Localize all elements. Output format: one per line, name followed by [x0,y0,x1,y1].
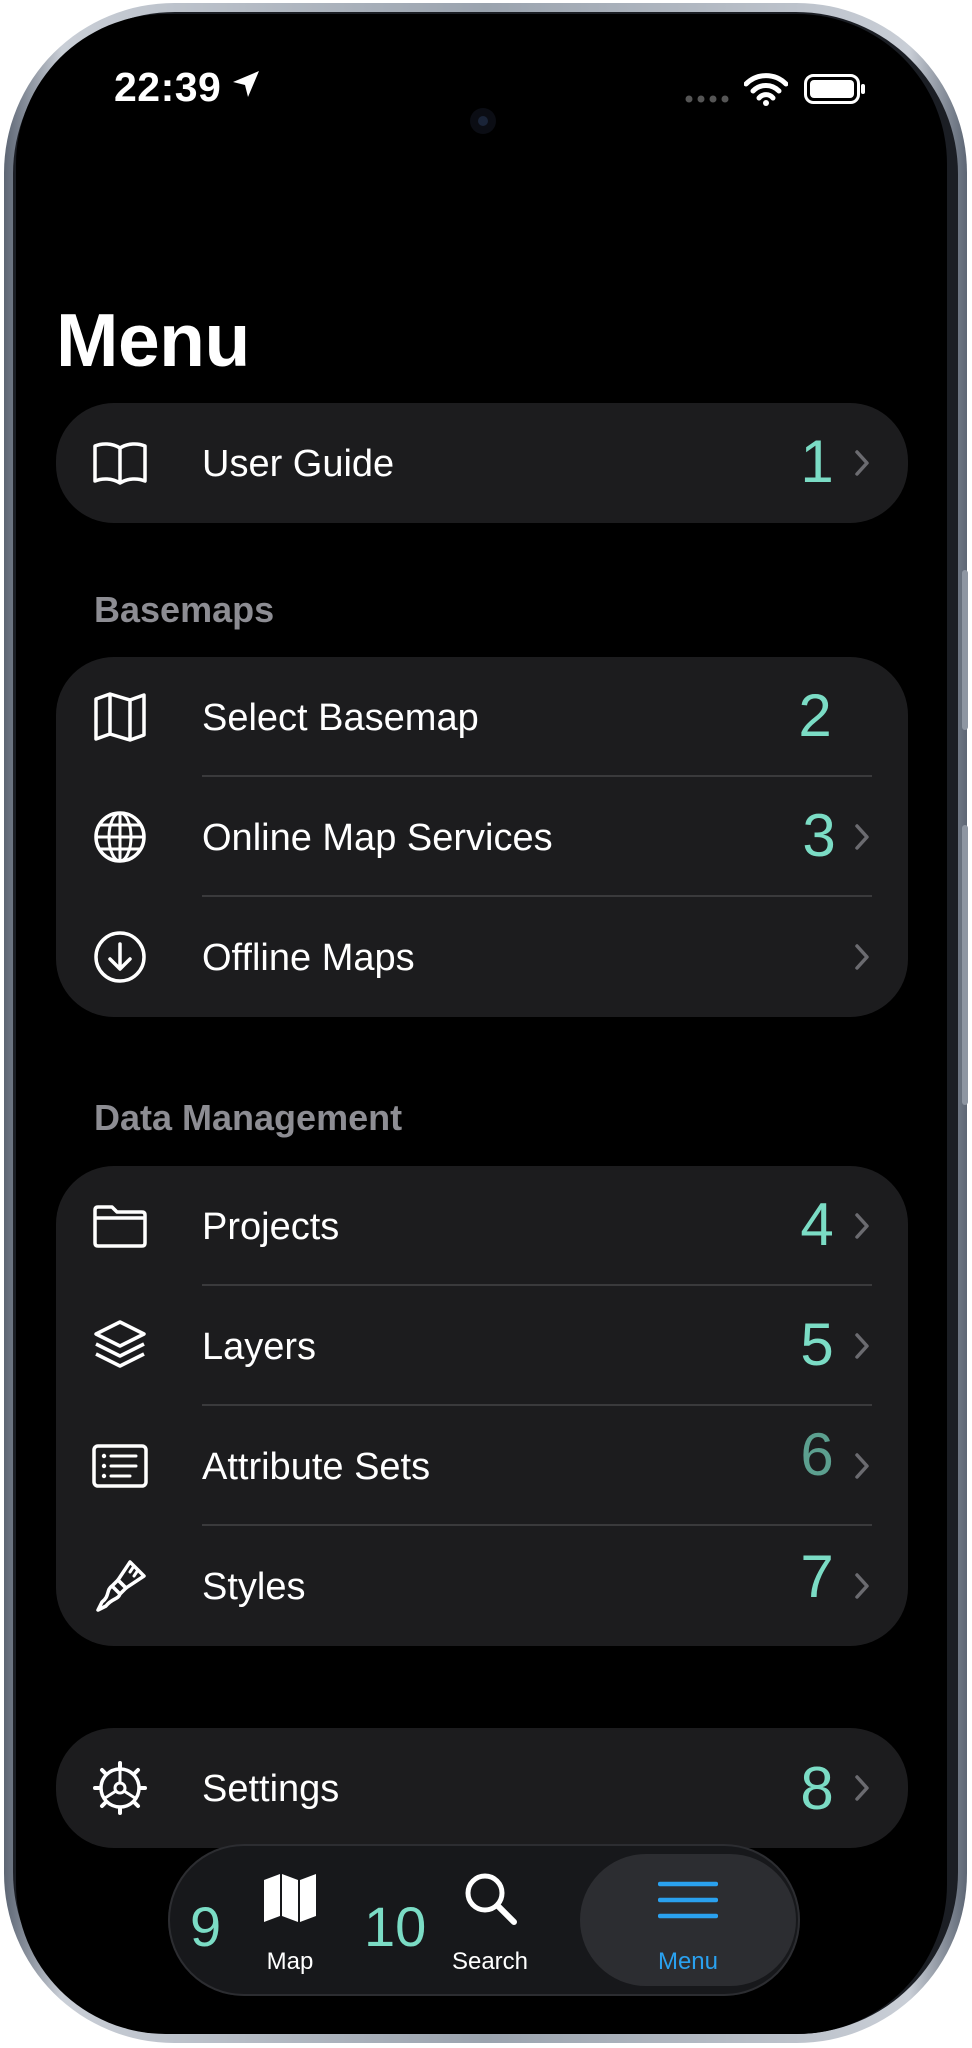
tab-bar: Map Search Menu [168,1844,800,1996]
battery-icon [804,74,865,104]
chevron-right-icon [855,1213,869,1239]
settings-card: Settings 8 [56,1728,908,1848]
chevron-right-icon [855,824,869,850]
menu-item-user-guide[interactable]: User Guide 1 [56,403,908,523]
tutorial-step-badge: 4 [800,1191,834,1258]
menu-item-label: Attribute Sets [202,1446,431,1488]
tutorial-step-badge: 9 [190,1895,222,1958]
menu-item-attribute-sets[interactable]: Attribute Sets 6 [56,1406,908,1526]
tutorial-step-badge: 2 [798,682,832,749]
tab-map[interactable]: Map [238,1844,342,1996]
menu-item-online-map-services[interactable]: Online Map Services 3 [56,777,908,897]
menu-item-settings[interactable]: Settings 8 [56,1728,908,1848]
menu-item-label: Projects [202,1206,340,1248]
basemaps-card: Select Basemap 2 Online Map Services 3 O… [56,657,908,1017]
map-icon [94,692,146,742]
menu-item-label: Layers [202,1326,317,1368]
tab-menu[interactable]: Menu [580,1844,796,1996]
menu-item-offline-maps[interactable]: Offline Maps [56,897,908,1017]
list-icon [92,1444,148,1488]
menu-item-label: User Guide [202,443,395,485]
volume-down-button-hardware [962,825,968,1105]
tab-search[interactable]: Search [430,1844,550,1996]
screen: 22:39 Menu User Guide 1 Basemaps Select … [16,14,947,2034]
tutorial-step-badge: 10 [364,1895,427,1958]
tutorial-step-badge: 6 [800,1421,834,1488]
volume-up-button-hardware [962,570,968,730]
tutorial-step-badge: 5 [800,1311,834,1378]
chevron-right-icon [855,1573,869,1599]
tab-label: Menu [657,1948,719,1975]
menu-item-label: Online Map Services [202,817,553,859]
menu-item-label: Offline Maps [202,937,415,979]
menu-item-select-basemap[interactable]: Select Basemap 2 [56,657,908,777]
tutorial-step-badge: 1 [800,428,834,495]
tutorial-step-badge: 7 [800,1543,834,1610]
hamburger-menu-icon [658,1881,718,1919]
section-header-basemaps: Basemaps [94,589,275,630]
globe-icon [94,811,146,863]
chevron-right-icon [855,1453,869,1479]
menu-item-layers[interactable]: Layers 5 [56,1286,908,1406]
wifi-icon [744,73,788,106]
chevron-right-icon [855,450,869,476]
gear-icon [93,1761,147,1815]
layers-icon [94,1320,146,1368]
menu-item-styles[interactable]: Styles 7 [56,1526,908,1646]
tab-label: Map [266,1948,314,1975]
section-header-data-management: Data Management [94,1097,403,1138]
tutorial-step-badge: 3 [802,802,836,869]
menu-item-label: Settings [202,1768,340,1810]
book-icon [93,442,147,485]
chevron-right-icon [855,944,869,970]
tutorial-step-badge: 8 [800,1755,834,1822]
map-fill-icon [264,1874,316,1922]
status-time: 22:39 [114,64,222,110]
download-icon [94,931,146,983]
folder-icon [93,1205,147,1248]
location-arrow-icon [233,71,259,97]
page-title: Menu [56,298,250,382]
user-guide-card: User Guide 1 [56,403,908,523]
front-camera [470,108,496,134]
chevron-right-icon [855,1333,869,1359]
menu-item-label: Select Basemap [202,697,479,739]
cellular-signal-icon [685,95,729,103]
tab-label: Search [451,1948,529,1975]
menu-item-projects[interactable]: Projects 4 [56,1166,908,1286]
chevron-right-icon [855,1775,869,1801]
magnifying-glass-icon [465,1873,517,1925]
paintbrush-icon [96,1560,146,1612]
menu-item-label: Styles [202,1566,306,1608]
data-management-card: Projects 4 Layers 5 Attribute Sets 6 Sty… [56,1166,908,1646]
